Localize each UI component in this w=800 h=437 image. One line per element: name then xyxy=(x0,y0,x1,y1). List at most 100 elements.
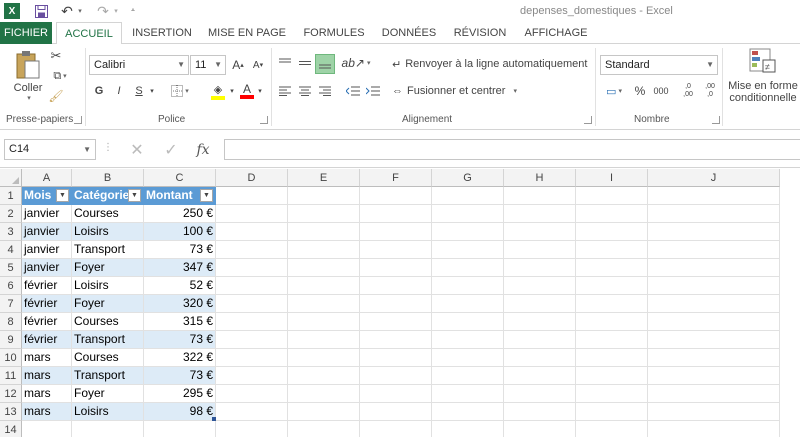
name-box[interactable]: C14 ▼ xyxy=(4,139,96,160)
cell-g10[interactable] xyxy=(432,349,504,367)
cell-i4[interactable] xyxy=(576,241,648,259)
cell-a8[interactable]: février xyxy=(22,313,72,331)
cell-b11[interactable]: Transport xyxy=(72,367,144,385)
cell-a3[interactable]: janvier xyxy=(22,223,72,241)
cell-e8[interactable] xyxy=(288,313,360,331)
cell-j7[interactable] xyxy=(648,295,780,313)
cell-d1[interactable] xyxy=(216,187,288,205)
tab-home[interactable]: ACCUEIL xyxy=(56,22,122,45)
row-header-12[interactable]: 12 xyxy=(0,385,22,403)
insert-function-icon[interactable]: fx xyxy=(192,139,214,160)
row-header-7[interactable]: 7 xyxy=(0,295,22,313)
tab-view[interactable]: AFFICHAGE xyxy=(520,22,592,44)
row-header-4[interactable]: 4 xyxy=(0,241,22,259)
cell-f13[interactable] xyxy=(360,403,432,421)
cell-a14[interactable] xyxy=(22,421,72,437)
customize-quick-access-icon[interactable]: ⩡ xyxy=(128,3,138,19)
cell-g5[interactable] xyxy=(432,259,504,277)
cell-j6[interactable] xyxy=(648,277,780,295)
formula-bar-grip-icon[interactable]: ⋮ xyxy=(103,142,113,153)
cell-b8[interactable]: Courses xyxy=(72,313,144,331)
clipboard-launcher-icon[interactable] xyxy=(74,116,82,124)
paste-dropdown-icon[interactable]: ▾ xyxy=(27,94,31,102)
cell-c8[interactable]: 315 € xyxy=(144,313,216,331)
cell-g1[interactable] xyxy=(432,187,504,205)
cell-b12[interactable]: Foyer xyxy=(72,385,144,403)
cell-g13[interactable] xyxy=(432,403,504,421)
cell-d3[interactable] xyxy=(216,223,288,241)
cell-d5[interactable] xyxy=(216,259,288,277)
cell-g12[interactable] xyxy=(432,385,504,403)
cell-f10[interactable] xyxy=(360,349,432,367)
cell-i12[interactable] xyxy=(576,385,648,403)
cancel-entry-icon[interactable]: ✕ xyxy=(126,139,148,160)
thousands-button[interactable]: 000 xyxy=(652,82,670,100)
cell-b7[interactable]: Foyer xyxy=(72,295,144,313)
cell-f5[interactable] xyxy=(360,259,432,277)
fill-color-dropdown-icon[interactable]: ▾ xyxy=(228,82,236,100)
font-color-icon[interactable]: A xyxy=(238,80,256,102)
cell-d7[interactable] xyxy=(216,295,288,313)
cell-i7[interactable] xyxy=(576,295,648,313)
cell-a12[interactable]: mars xyxy=(22,385,72,403)
tab-formulas[interactable]: FORMULES xyxy=(298,22,370,44)
cell-a11[interactable]: mars xyxy=(22,367,72,385)
orientation-icon[interactable]: ab↗ ▾ xyxy=(342,54,371,72)
cell-f11[interactable] xyxy=(360,367,432,385)
cell-f12[interactable] xyxy=(360,385,432,403)
cell-b6[interactable]: Loisirs xyxy=(72,277,144,295)
undo-icon[interactable]: ↶ xyxy=(58,3,76,19)
cell-h8[interactable] xyxy=(504,313,576,331)
cell-f3[interactable] xyxy=(360,223,432,241)
tab-data[interactable]: DONNÉES xyxy=(378,22,440,44)
cell-j1[interactable] xyxy=(648,187,780,205)
cell-e12[interactable] xyxy=(288,385,360,403)
redo-dropdown-icon[interactable]: ▾ xyxy=(112,3,120,19)
cell-h4[interactable] xyxy=(504,241,576,259)
column-header-g[interactable]: G xyxy=(432,169,504,187)
cell-f6[interactable] xyxy=(360,277,432,295)
cell-d6[interactable] xyxy=(216,277,288,295)
cell-e9[interactable] xyxy=(288,331,360,349)
column-header-a[interactable]: A xyxy=(22,169,72,187)
filter-dropdown-icon[interactable]: ▼ xyxy=(56,189,69,202)
row-header-13[interactable]: 13 xyxy=(0,403,22,421)
cell-e2[interactable] xyxy=(288,205,360,223)
row-header-1[interactable]: 1 xyxy=(0,187,22,205)
cell-i10[interactable] xyxy=(576,349,648,367)
cell-h13[interactable] xyxy=(504,403,576,421)
cell-e5[interactable] xyxy=(288,259,360,277)
column-header-e[interactable]: E xyxy=(288,169,360,187)
column-header-d[interactable]: D xyxy=(216,169,288,187)
filter-dropdown-icon[interactable]: ▼ xyxy=(128,189,141,202)
cell-d12[interactable] xyxy=(216,385,288,403)
column-header-f[interactable]: F xyxy=(360,169,432,187)
cell-a13[interactable]: mars xyxy=(22,403,72,421)
cell-e1[interactable] xyxy=(288,187,360,205)
cell-g14[interactable] xyxy=(432,421,504,437)
align-middle-icon[interactable] xyxy=(296,54,314,72)
cell-j10[interactable] xyxy=(648,349,780,367)
cell-c7[interactable]: 320 € xyxy=(144,295,216,313)
cell-g3[interactable] xyxy=(432,223,504,241)
cell-g8[interactable] xyxy=(432,313,504,331)
cell-c13[interactable]: 98 € xyxy=(144,403,216,421)
cell-i13[interactable] xyxy=(576,403,648,421)
number-format-select[interactable]: Standard ▼ xyxy=(600,55,718,75)
cell-b13[interactable]: Loisirs xyxy=(72,403,144,421)
tab-file[interactable]: FICHIER xyxy=(0,22,52,44)
column-header-h[interactable]: H xyxy=(504,169,576,187)
undo-dropdown-icon[interactable]: ▾ xyxy=(76,3,84,19)
cell-e4[interactable] xyxy=(288,241,360,259)
cell-h1[interactable] xyxy=(504,187,576,205)
cell-c9[interactable]: 73 € xyxy=(144,331,216,349)
cell-e6[interactable] xyxy=(288,277,360,295)
column-header-i[interactable]: I xyxy=(576,169,648,187)
cell-c5[interactable]: 347 € xyxy=(144,259,216,277)
tab-page-layout[interactable]: MISE EN PAGE xyxy=(204,22,290,44)
cell-c10[interactable]: 322 € xyxy=(144,349,216,367)
cell-e10[interactable] xyxy=(288,349,360,367)
cell-f1[interactable] xyxy=(360,187,432,205)
row-header-9[interactable]: 9 xyxy=(0,331,22,349)
percent-button[interactable]: % xyxy=(632,82,648,100)
